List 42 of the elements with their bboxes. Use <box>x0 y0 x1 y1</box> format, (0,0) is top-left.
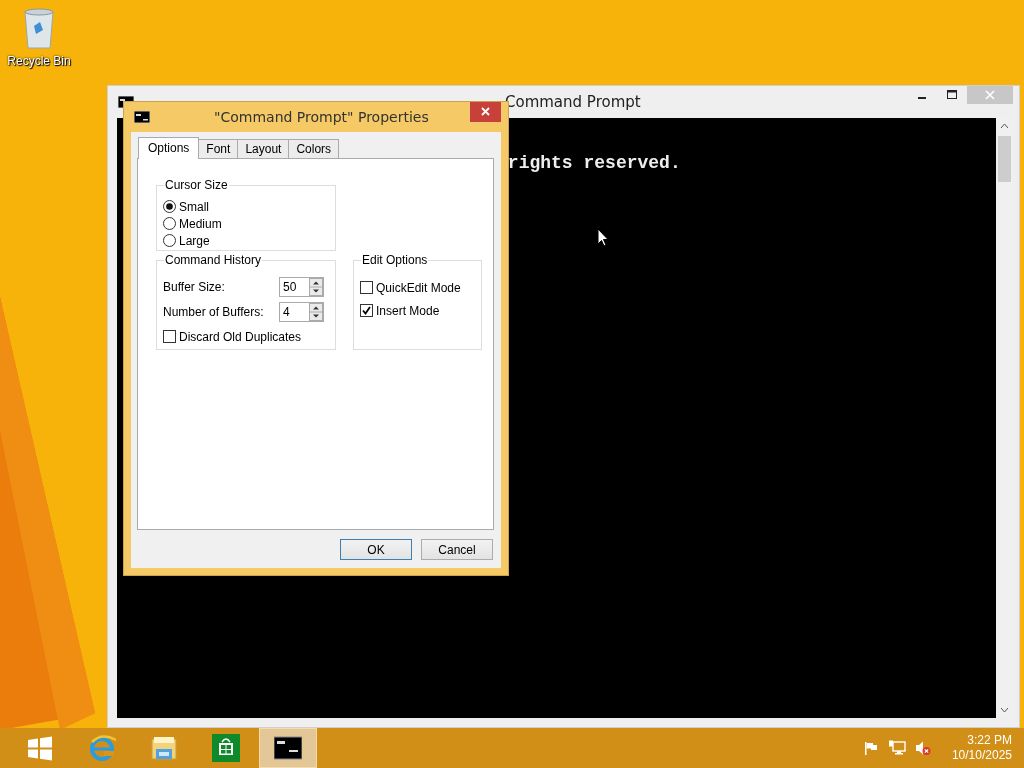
radio-label[interactable]: Small <box>179 199 209 214</box>
radio-label[interactable]: Medium <box>179 216 222 231</box>
field-label: Buffer Size: <box>163 279 226 294</box>
checkbox-label[interactable]: QuickEdit Mode <box>376 280 461 295</box>
recycle-bin-icon[interactable] <box>21 6 57 50</box>
dialog-button[interactable]: Cancel <box>421 539 493 560</box>
group-label: Command History <box>164 253 263 267</box>
tab[interactable]: Options <box>138 137 200 159</box>
taskbar-button[interactable] <box>259 728 317 768</box>
close-icon[interactable] <box>470 102 501 122</box>
field-label: Number of Buffers: <box>163 304 265 319</box>
flag-icon[interactable] <box>862 740 879 756</box>
network-icon[interactable] <box>887 740 906 756</box>
console-icon <box>274 734 302 762</box>
checkbox[interactable] <box>360 281 373 294</box>
tab[interactable]: Font <box>198 139 239 158</box>
console-icon <box>134 111 150 123</box>
radio-button[interactable] <box>163 200 176 213</box>
checkbox-label[interactable]: Discard Old Duplicates <box>179 329 302 344</box>
windows-logo-icon <box>26 734 54 762</box>
radio-label[interactable]: Large <box>179 233 210 248</box>
tab[interactable]: Layout <box>237 139 290 158</box>
radio-button[interactable] <box>163 217 176 230</box>
checkbox[interactable] <box>163 330 176 343</box>
console-text: rights reserved. <box>507 152 681 175</box>
checkbox[interactable] <box>360 304 373 317</box>
radio-button[interactable] <box>163 234 176 247</box>
dialog-title: "Command Prompt" Properties <box>214 109 429 125</box>
number-field[interactable]: 4 <box>280 304 290 319</box>
dialog-button[interactable]: OK <box>340 539 412 560</box>
window-title: Command Prompt <box>505 93 641 111</box>
spin-arrows-icon[interactable] <box>309 302 323 321</box>
group-label: Edit Options <box>361 253 429 267</box>
speaker-muted-icon[interactable] <box>914 740 931 756</box>
tab[interactable]: Colors <box>288 139 340 158</box>
folder-icon <box>150 734 178 762</box>
checkbox-label[interactable]: Insert Mode <box>376 303 440 318</box>
spin-arrows-icon[interactable] <box>309 277 323 296</box>
shopping-bag-icon <box>212 734 240 762</box>
group-label: Cursor Size <box>164 178 229 192</box>
pointer-icon <box>597 228 609 247</box>
browser-icon <box>88 734 116 762</box>
